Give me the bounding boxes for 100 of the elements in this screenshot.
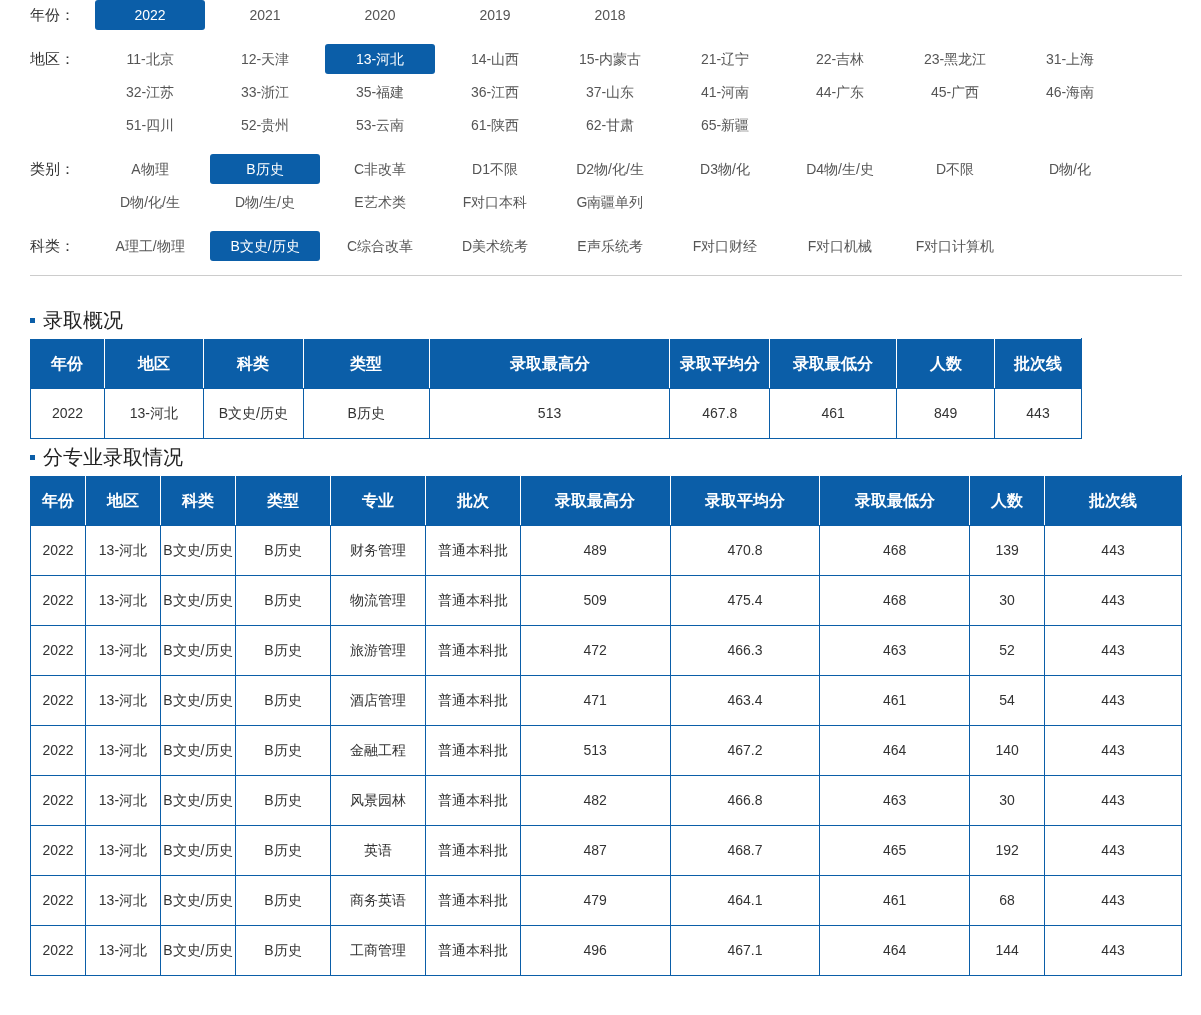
filter-option[interactable]: F对口机械 (785, 231, 895, 261)
table-cell: 464 (819, 725, 970, 776)
table-cell: B文史/历史 (160, 525, 236, 576)
table-cell: 468.7 (670, 825, 820, 876)
table-cell: 463 (819, 625, 970, 676)
filter-option[interactable]: E声乐统考 (555, 231, 665, 261)
table-cell: 英语 (330, 825, 426, 876)
table-cell: 461 (769, 388, 897, 439)
table-cell: 普通本科批 (425, 875, 521, 926)
table-cell: 443 (1044, 525, 1182, 576)
column-header: 批次线 (994, 338, 1082, 389)
filter-option[interactable]: 52-贵州 (210, 110, 320, 140)
filter-option[interactable]: D4物/生/史 (785, 154, 895, 184)
table-cell: B历史 (235, 625, 331, 676)
filter-option[interactable]: 41-河南 (670, 77, 780, 107)
filter-option[interactable]: 53-云南 (325, 110, 435, 140)
filter-option[interactable]: F对口计算机 (900, 231, 1010, 261)
table-cell: 财务管理 (330, 525, 426, 576)
table-cell: B历史 (303, 388, 430, 439)
filter-option[interactable]: D物/化/生 (95, 187, 205, 217)
column-header: 地区 (85, 475, 161, 526)
table-cell: 461 (819, 675, 970, 726)
column-header: 年份 (30, 475, 86, 526)
filter-option[interactable]: D2物/化/生 (555, 154, 665, 184)
filter-option[interactable]: D物/生/史 (210, 187, 320, 217)
column-header: 地区 (104, 338, 204, 389)
filter-option[interactable]: F对口财经 (670, 231, 780, 261)
filter-option[interactable]: 35-福建 (325, 77, 435, 107)
filter-option[interactable]: C综合改革 (325, 231, 435, 261)
filter-option[interactable]: 2020 (325, 0, 435, 30)
filter-option[interactable]: D物/化 (1015, 154, 1125, 184)
table-cell: 461 (819, 875, 970, 926)
table-cell: B历史 (235, 875, 331, 926)
table-cell: 466.3 (670, 625, 820, 676)
table-cell: 普通本科批 (425, 525, 521, 576)
filter-option[interactable]: 15-内蒙古 (555, 44, 665, 74)
table-cell: 471 (520, 675, 670, 726)
filter-option[interactable]: 33-浙江 (210, 77, 320, 107)
filter-option[interactable]: 45-广西 (900, 77, 1010, 107)
table-cell: 443 (1044, 625, 1182, 676)
filter-option[interactable]: F对口本科 (440, 187, 550, 217)
filter-option[interactable]: 36-江西 (440, 77, 550, 107)
table-cell: 2022 (30, 625, 86, 676)
filter-option[interactable]: 23-黑龙江 (900, 44, 1010, 74)
table-cell: 普通本科批 (425, 775, 521, 826)
table-cell: 普通本科批 (425, 575, 521, 626)
table-cell: 849 (896, 388, 995, 439)
filter-option[interactable]: 65-新疆 (670, 110, 780, 140)
filter-option[interactable]: B文史/历史 (210, 231, 320, 261)
table-cell: B历史 (235, 575, 331, 626)
table-cell: 467.8 (669, 388, 770, 439)
filter-option[interactable]: 2022 (95, 0, 205, 30)
filter-option[interactable]: 51-四川 (95, 110, 205, 140)
filter-option[interactable]: 21-辽宁 (670, 44, 780, 74)
filter-option[interactable]: 32-江苏 (95, 77, 205, 107)
table-cell: 443 (994, 388, 1082, 439)
table-cell: 463.4 (670, 675, 820, 726)
filter-option[interactable]: 31-上海 (1015, 44, 1125, 74)
table-cell: 酒店管理 (330, 675, 426, 726)
filter-option[interactable]: A物理 (95, 154, 205, 184)
table-cell: 普通本科批 (425, 675, 521, 726)
filter-option[interactable]: D3物/化 (670, 154, 780, 184)
filter-option[interactable]: 44-广东 (785, 77, 895, 107)
table-cell: B历史 (235, 775, 331, 826)
table-cell: 2022 (30, 525, 86, 576)
column-header: 科类 (203, 338, 304, 389)
filter-option[interactable]: 13-河北 (325, 44, 435, 74)
table-cell: 2022 (30, 825, 86, 876)
table-cell: 13-河北 (85, 825, 161, 876)
table-cell: 443 (1044, 725, 1182, 776)
filter-option[interactable]: 22-吉林 (785, 44, 895, 74)
filter-option[interactable]: 37-山东 (555, 77, 665, 107)
table-cell: 金融工程 (330, 725, 426, 776)
filter-option[interactable]: E艺术类 (325, 187, 435, 217)
column-header: 年份 (30, 338, 105, 389)
filter-option[interactable]: 2019 (440, 0, 550, 30)
filter-option[interactable]: 46-海南 (1015, 77, 1125, 107)
table-cell: 2022 (30, 388, 105, 439)
table-cell: 54 (969, 675, 1045, 726)
table-cell: 工商管理 (330, 925, 426, 976)
filter-option[interactable]: D不限 (900, 154, 1010, 184)
filter-option[interactable]: D美术统考 (440, 231, 550, 261)
filter-option[interactable]: 12-天津 (210, 44, 320, 74)
table-cell: 风景园林 (330, 775, 426, 826)
filter-option[interactable]: 2018 (555, 0, 665, 30)
filter-option[interactable]: D1不限 (440, 154, 550, 184)
column-header: 录取最低分 (769, 338, 897, 389)
filter-label: 年份： (30, 5, 76, 25)
filter-option[interactable]: B历史 (210, 154, 320, 184)
table-cell: 443 (1044, 775, 1182, 826)
table-cell: 13-河北 (85, 525, 161, 576)
filter-option[interactable]: 2021 (210, 0, 320, 30)
filter-option[interactable]: 62-甘肃 (555, 110, 665, 140)
filter-option[interactable]: 14-山西 (440, 44, 550, 74)
filter-option[interactable]: G南疆单列 (555, 187, 665, 217)
filter-option[interactable]: 61-陕西 (440, 110, 550, 140)
table-cell: 68 (969, 875, 1045, 926)
filter-option[interactable]: A理工/物理 (95, 231, 205, 261)
filter-option[interactable]: 11-北京 (95, 44, 205, 74)
filter-option[interactable]: C非改革 (325, 154, 435, 184)
